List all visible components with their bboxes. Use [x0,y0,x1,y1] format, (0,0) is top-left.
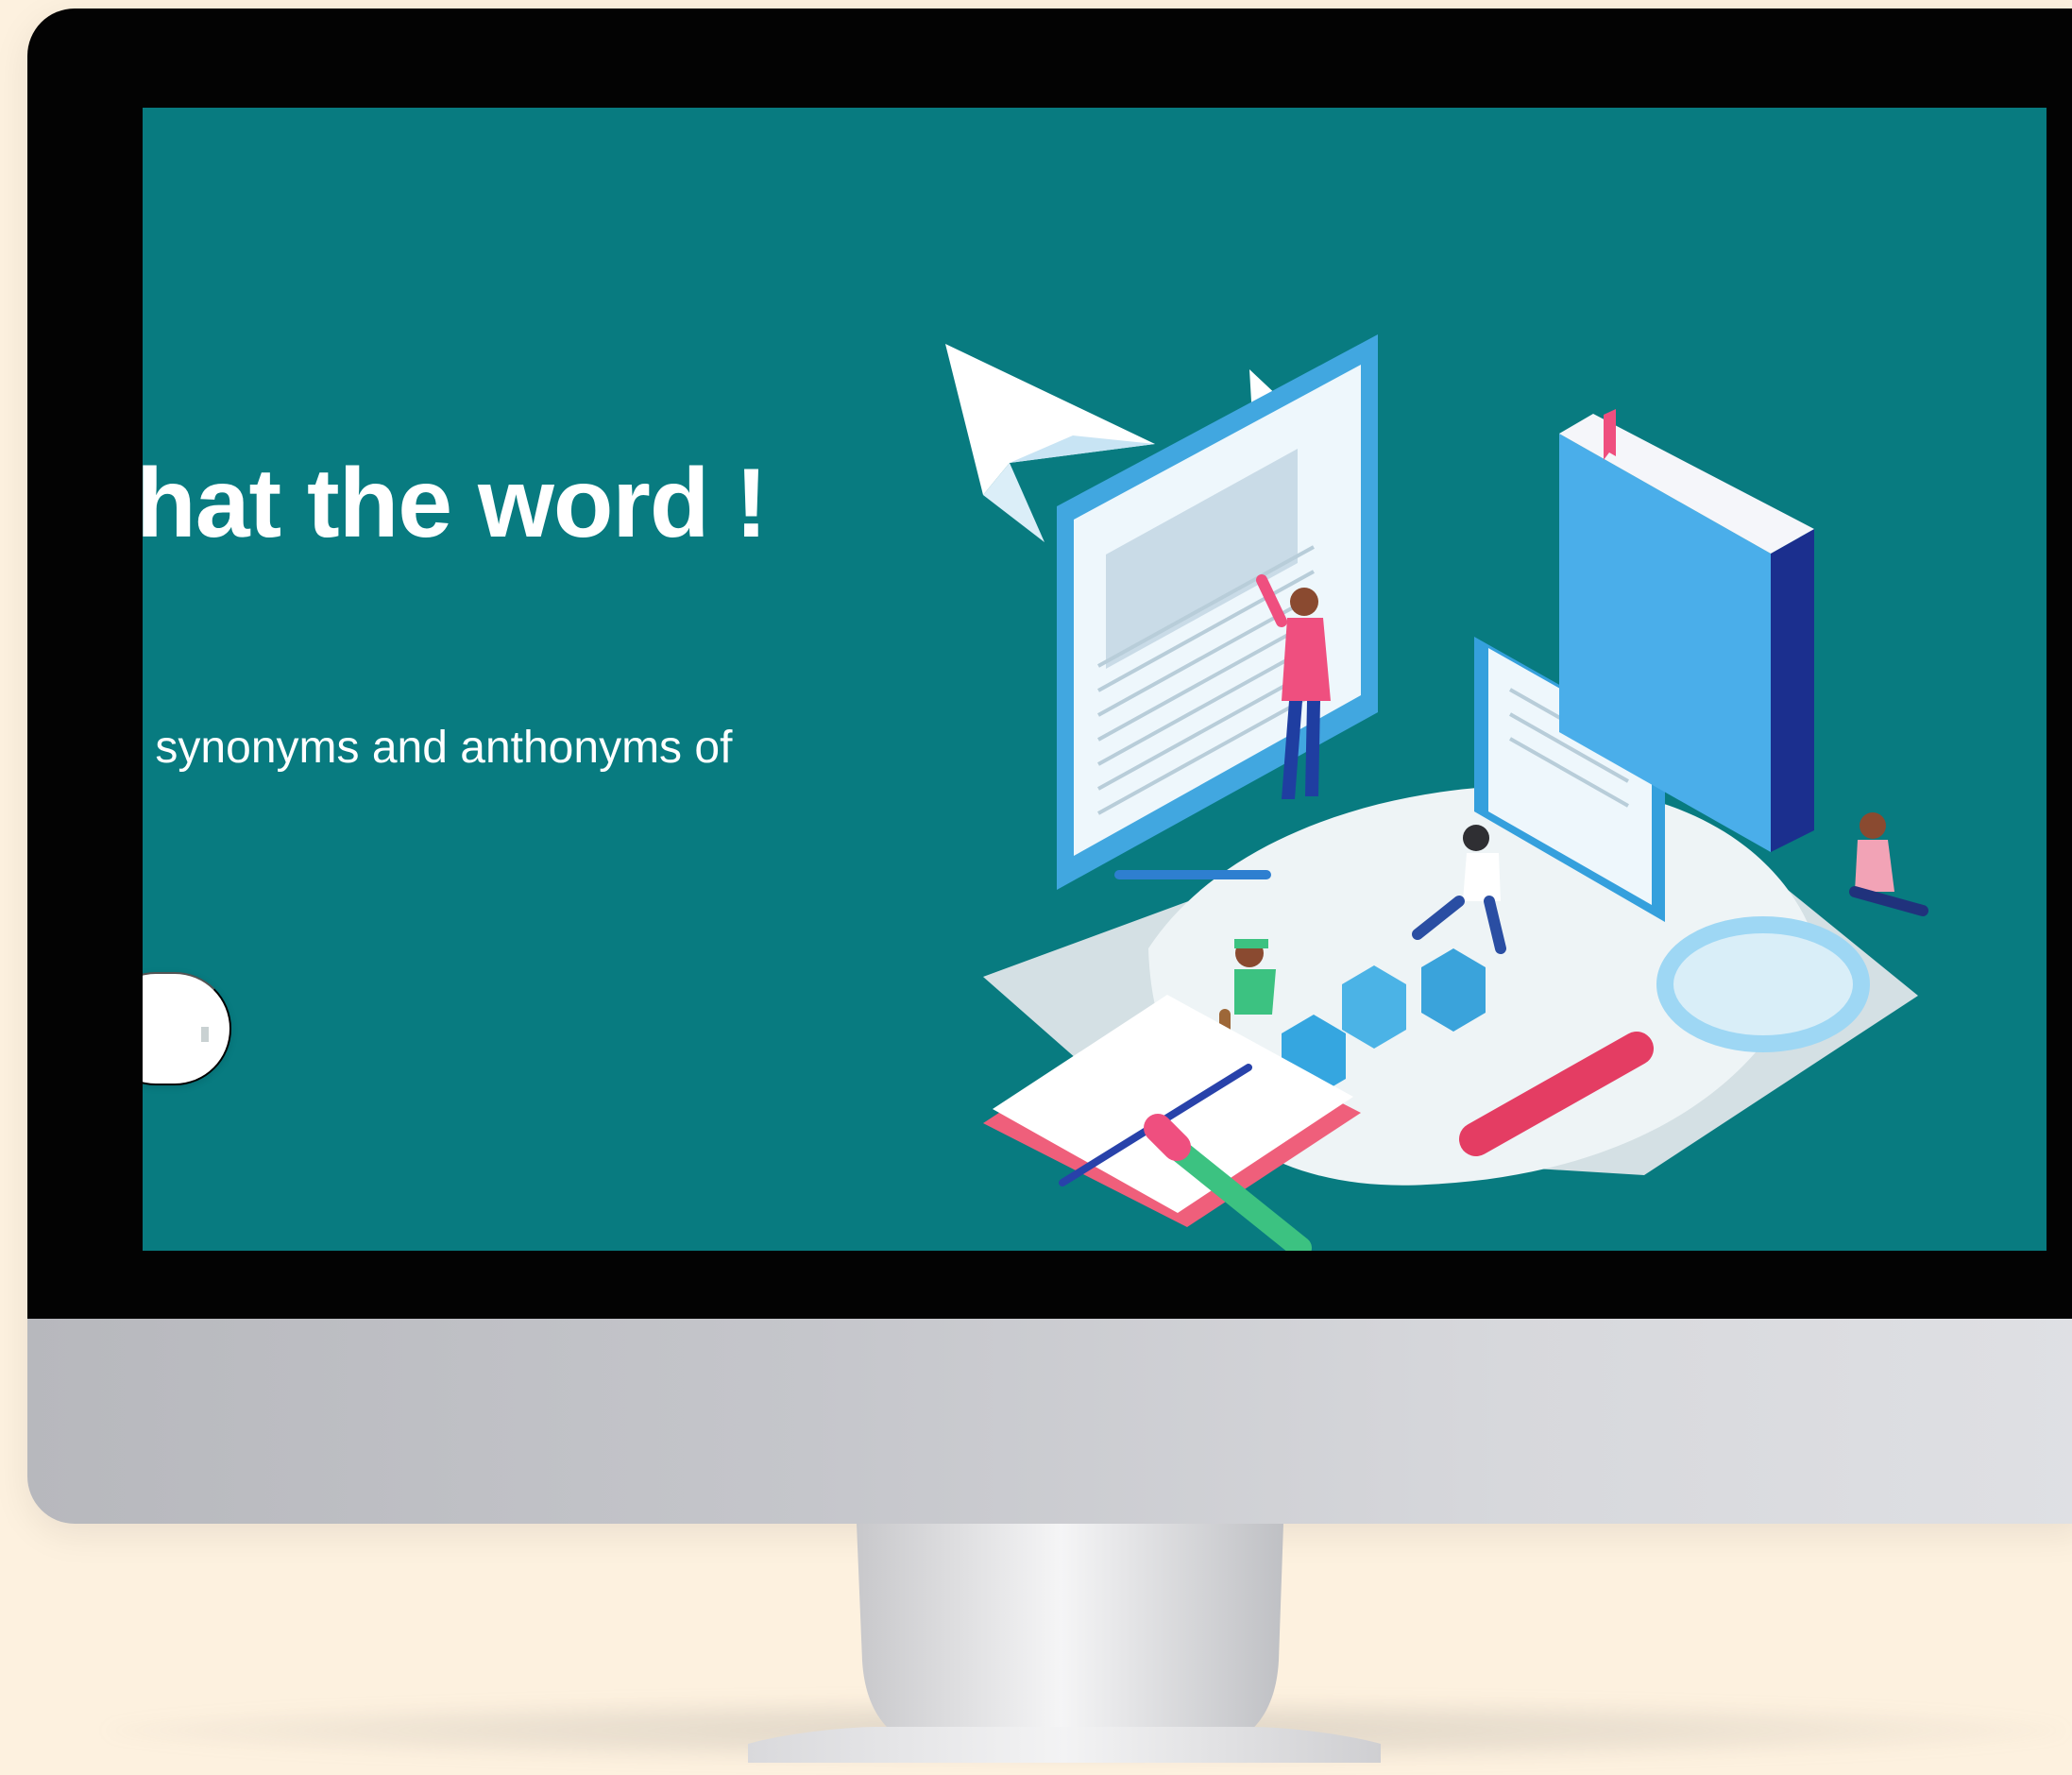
hero-subtitle: ning, synonyms and anthonyms of [143,723,733,773]
document-board-icon [1057,334,1378,890]
website-hero: What the word ! ning, synonyms and antho… [143,108,2047,1251]
monitor-stand-neck [857,1524,1283,1756]
hero-title: What the word ! [143,449,768,558]
monitor: What the word ! ning, synonyms and antho… [27,9,2072,1524]
monitor-stand-base [748,1727,1381,1763]
monitor-chin [27,1319,2072,1524]
education-illustration [945,334,1928,1251]
student-right [1849,812,1928,916]
hero-text-block: What the word ! ning, synonyms and antho… [143,108,989,1251]
